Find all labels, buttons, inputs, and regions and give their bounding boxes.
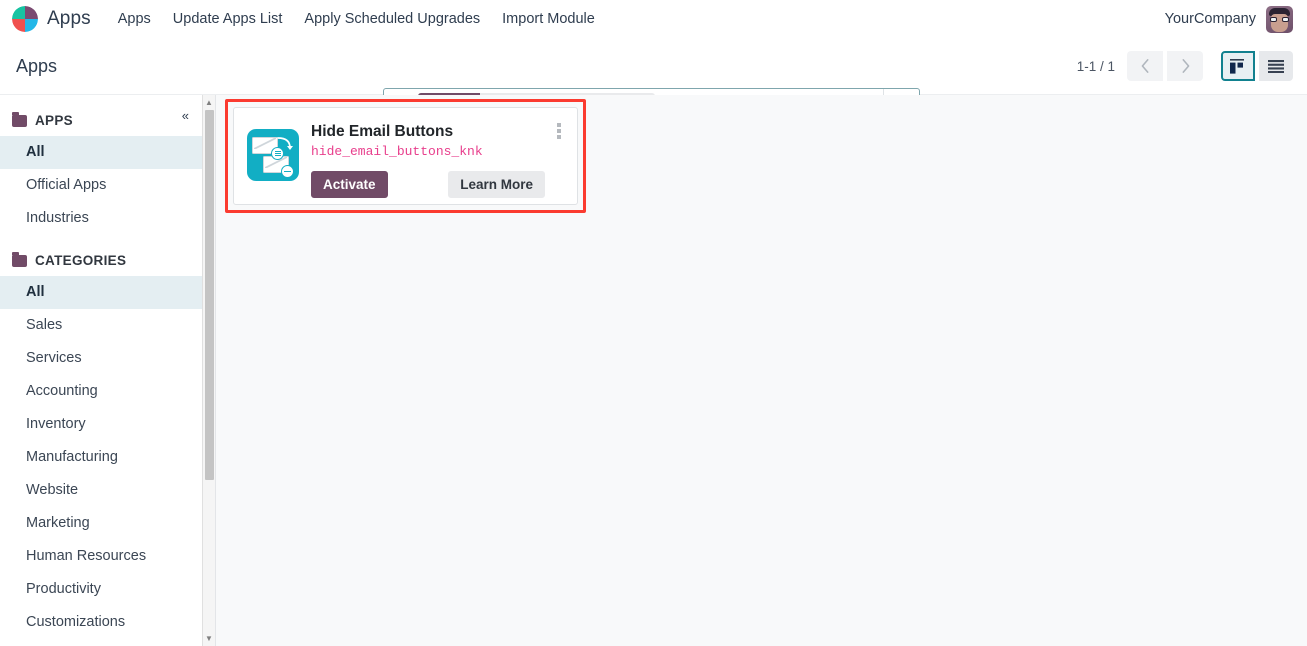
sidebar-collapse-icon[interactable]: « [182,109,189,122]
sidebar-scrollbar[interactable]: ▲ ▼ [202,95,215,646]
sidebar-item-sales[interactable]: Sales [0,309,215,342]
kanban-icon [1230,58,1244,74]
avatar[interactable] [1266,5,1293,33]
list-icon [1268,59,1284,73]
top-navbar: Apps Apps Update Apps List Apply Schedul… [0,0,1307,38]
sidebar-item-website[interactable]: Website [0,474,215,507]
activate-button[interactable]: Activate [311,170,388,198]
scroll-down-icon[interactable]: ▼ [203,632,215,645]
sidebar-item-productivity[interactable]: Productivity [0,573,215,606]
brand-home-link[interactable]: Apps [12,6,91,32]
app-card-body: Hide Email Buttons hide_email_buttons_kn… [311,120,551,198]
breadcrumb[interactable]: Apps [14,56,57,77]
sidebar-item-customizations[interactable]: Customizations [0,606,215,639]
chevron-right-icon [1182,59,1189,73]
kanban-view: Hide Email Buttons hide_email_buttons_kn… [216,95,1307,646]
sidebar-item-inventory[interactable]: Inventory [0,408,215,441]
company-menu[interactable]: YourCompany [1165,11,1256,27]
scroll-up-icon[interactable]: ▲ [203,96,215,109]
pager-counter: 1-1 / 1 [1076,58,1115,74]
menu-item-apply-scheduled-upgrades[interactable]: Apply Scheduled Upgrades [293,5,491,33]
sidebar-section-categories: CATEGORIES [0,235,215,276]
sidebar-section-categories-label: CATEGORIES [35,253,127,269]
sidebar-item-human-resources[interactable]: Human Resources [0,540,215,573]
pager-next-button[interactable] [1167,51,1203,81]
control-panel-right: 1-1 / 1 [1077,51,1293,81]
sidebar-item-industries[interactable]: Industries [0,202,215,235]
app-technical-name: hide_email_buttons_knk [311,144,483,160]
page-body: « APPS All Official Apps Industries CATE… [0,94,1307,646]
folder-icon [12,251,27,267]
navbar-right-group: YourCompany [1165,5,1293,33]
folder-icon [12,111,27,127]
view-switcher-list[interactable] [1259,51,1293,81]
app-title: Hide Email Buttons [311,123,454,140]
app-card-actions: Activate Learn More [311,170,551,198]
sidebar-item-accounting[interactable]: Accounting [0,375,215,408]
brand-label: Apps [47,8,91,29]
sidebar-section-apps-label: APPS [35,113,73,128]
chevron-left-icon [1141,59,1148,73]
scrollbar-thumb[interactable] [205,110,214,480]
sidebar-item-categories-all[interactable]: All [0,276,215,310]
menu-item-update-apps-list[interactable]: Update Apps List [162,5,294,33]
control-panel: Apps Module hide_email_buttons_knk ✕ 1-1… [0,38,1307,120]
minus-badge-icon [281,165,294,178]
sidebar-item-manufacturing[interactable]: Manufacturing [0,441,215,474]
list-badge-icon [271,147,284,160]
sidebar: « APPS All Official Apps Industries CATE… [0,95,216,646]
hide-email-buttons-app-icon [247,129,299,181]
sidebar-item-apps-all[interactable]: All [0,136,215,170]
sidebar-item-technical[interactable]: Technical [0,639,215,646]
sidebar-item-official-apps[interactable]: Official Apps [0,169,215,202]
sidebar-item-marketing[interactable]: Marketing [0,507,215,540]
menu-item-import-module[interactable]: Import Module [491,5,606,33]
view-switcher-kanban[interactable] [1221,51,1255,81]
pager-previous-button[interactable] [1127,51,1163,81]
kebab-menu-icon[interactable] [551,120,567,142]
app-card-hide-email-buttons[interactable]: Hide Email Buttons hide_email_buttons_kn… [233,107,578,205]
menu-item-apps[interactable]: Apps [107,5,162,33]
learn-more-button[interactable]: Learn More [448,170,545,198]
sidebar-item-services[interactable]: Services [0,342,215,375]
odoo-logo-icon [12,6,38,32]
